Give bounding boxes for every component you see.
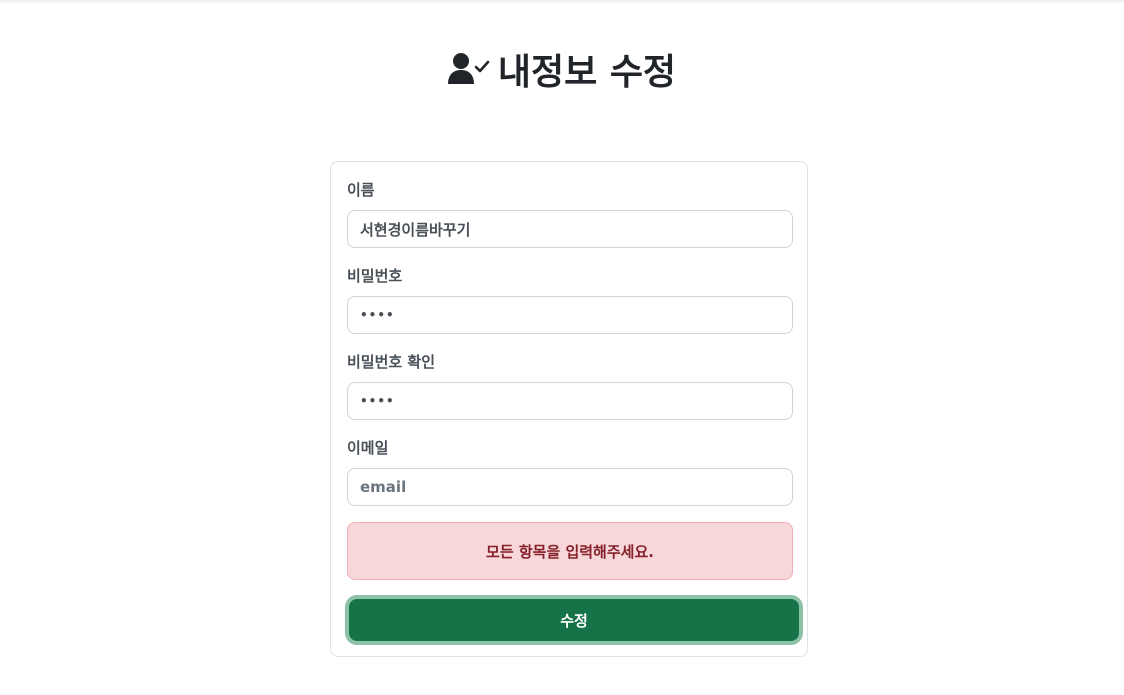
- user-check-icon: [447, 53, 490, 84]
- page-header: 내정보 수정: [0, 44, 1124, 94]
- error-alert: 모든 항목을 입력해주세요.: [347, 522, 793, 580]
- name-input[interactable]: [347, 210, 793, 248]
- password-label: 비밀번호: [347, 267, 403, 285]
- profile-edit-form: 이름 비밀번호 비밀번호 확인 이메일 모든 항목을 입력해주세요. 수정: [330, 161, 808, 657]
- password-confirm-label: 비밀번호 확인: [347, 353, 436, 371]
- email-label: 이메일: [347, 439, 389, 457]
- name-label: 이름: [347, 181, 375, 199]
- top-shadow-bar: [0, 0, 1124, 4]
- password-confirm-input[interactable]: [347, 382, 793, 420]
- submit-button[interactable]: 수정: [349, 599, 799, 641]
- password-input[interactable]: [347, 296, 793, 334]
- page-title: 내정보 수정: [497, 52, 677, 93]
- email-input[interactable]: [347, 468, 793, 506]
